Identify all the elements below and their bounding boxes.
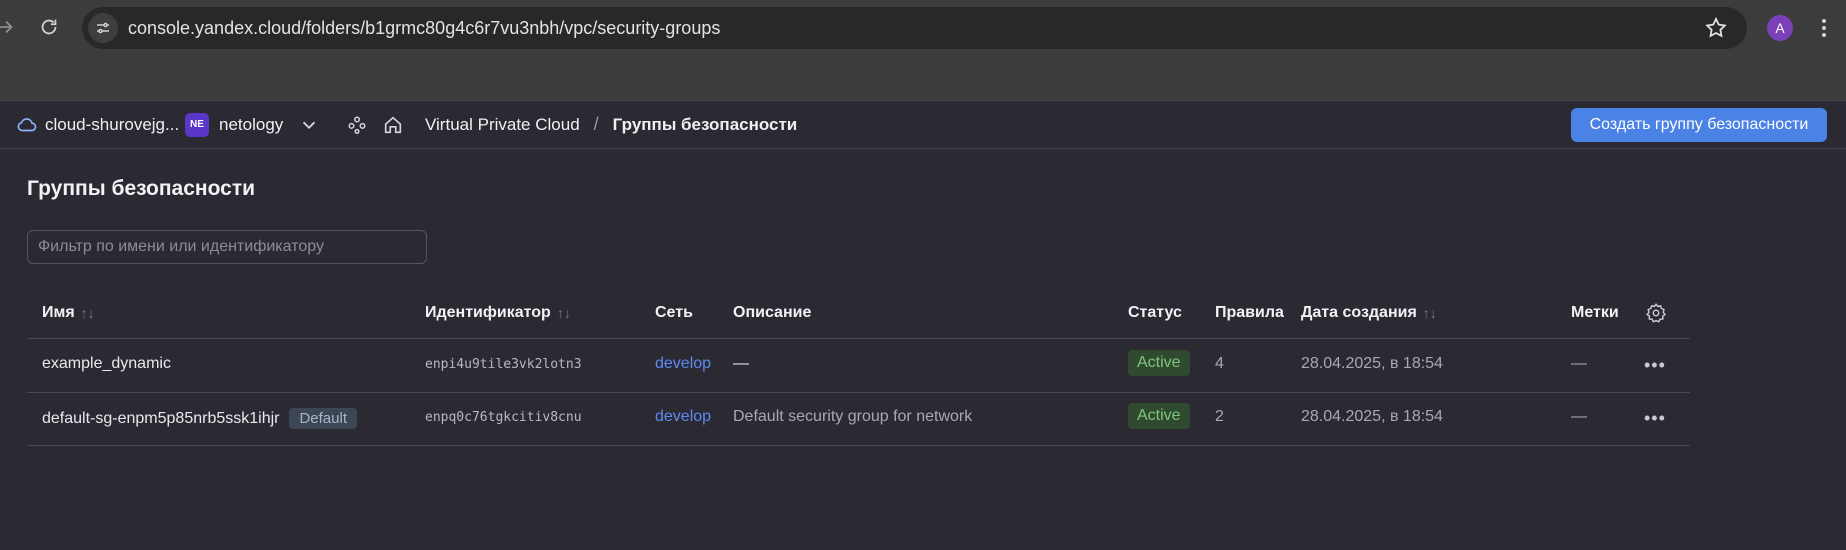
browser-tabstrip (0, 57, 1846, 100)
chevron-down-icon (298, 114, 320, 136)
app-header: cloud-shurovejg... NE netology Virtual P… (0, 100, 1846, 149)
profile-avatar[interactable]: A (1767, 15, 1793, 41)
row-name-cell: default-sg-enpm5p85nrb5ssk1ihjr Default (42, 408, 357, 429)
row-id: enpi4u9tile3vk2lotn3 (425, 357, 582, 372)
row-network-link[interactable]: develop (655, 355, 711, 373)
row-name[interactable]: example_dynamic (42, 355, 171, 373)
cloud-name: cloud-shurovejg... (45, 114, 180, 134)
page-title: Группы безопасности (27, 177, 256, 200)
row-more-icon[interactable]: ••• (1644, 355, 1666, 376)
cloud-selector[interactable]: cloud-shurovejg... (16, 101, 179, 148)
row-name[interactable]: default-sg-enpm5p85nrb5ssk1ihjr (42, 410, 279, 427)
org-badge: NE (185, 112, 209, 137)
row-id: enpq0c76tgkcitiv8cnu (425, 410, 582, 425)
services-icon (346, 114, 368, 136)
column-network: Сеть (655, 304, 693, 321)
row-labels: — (1571, 408, 1587, 425)
row-more-icon[interactable]: ••• (1644, 408, 1666, 429)
services-button[interactable] (346, 101, 368, 148)
sort-icon[interactable]: ↑↓ (557, 305, 571, 321)
column-status: Статус (1128, 304, 1182, 321)
default-badge: Default (289, 408, 357, 429)
reload-icon[interactable] (38, 16, 60, 38)
cloud-icon (16, 114, 38, 136)
browser-menu-icon[interactable] (1812, 16, 1836, 40)
sort-icon[interactable]: ↑↓ (1423, 305, 1437, 321)
create-security-group-button[interactable]: Создать группу безопасности (1571, 108, 1827, 142)
table-settings-gear-icon[interactable] (1645, 302, 1667, 324)
column-created[interactable]: Дата создания ↑↓ (1301, 304, 1437, 322)
breadcrumb-service-link[interactable]: Virtual Private Cloud (425, 115, 580, 135)
org-dropdown-button[interactable] (298, 101, 320, 148)
column-name[interactable]: Имя ↑↓ (42, 304, 95, 322)
column-id[interactable]: Идентификатор ↑↓ (425, 304, 571, 322)
table-header: Имя ↑↓ Идентификатор ↑↓ Сеть Описание Ст… (27, 292, 1690, 339)
org-selector[interactable]: NE netology (185, 101, 283, 148)
row-labels: — (1571, 355, 1587, 372)
breadcrumb-separator: / (593, 114, 599, 134)
row-created: 28.04.2025, в 18:54 (1301, 355, 1443, 372)
site-info-icon[interactable] (88, 13, 118, 43)
row-rules: 4 (1215, 355, 1224, 372)
row-rules: 2 (1215, 408, 1224, 425)
forward-icon[interactable] (0, 16, 16, 38)
column-id-label: Идентификатор (425, 304, 551, 321)
column-rules: Правила (1215, 304, 1284, 321)
status-badge: Active (1128, 403, 1190, 429)
address-bar[interactable]: console.yandex.cloud/folders/b1grmc80g4c… (82, 7, 1747, 49)
home-button[interactable] (382, 101, 404, 148)
row-description: Default security group for network (733, 408, 973, 425)
org-name: netology (219, 114, 284, 134)
column-labels: Метки (1571, 304, 1619, 321)
url-text[interactable]: console.yandex.cloud/folders/b1grmc80g4c… (128, 18, 720, 39)
row-created: 28.04.2025, в 18:54 (1301, 408, 1443, 425)
table-row[interactable]: default-sg-enpm5p85nrb5ssk1ihjr Default e… (27, 392, 1690, 446)
column-name-label: Имя (42, 304, 75, 321)
sort-icon[interactable]: ↑↓ (81, 305, 95, 321)
breadcrumb: Virtual Private Cloud / Группы безопасно… (425, 101, 797, 148)
browser-toolbar: console.yandex.cloud/folders/b1grmc80g4c… (0, 0, 1846, 57)
filter-input[interactable] (27, 230, 427, 264)
row-network-link[interactable]: develop (655, 408, 711, 426)
column-description: Описание (733, 304, 812, 321)
table-row[interactable]: example_dynamic enpi4u9tile3vk2lotn3 dev… (27, 339, 1690, 393)
status-badge: Active (1128, 350, 1190, 376)
column-created-label: Дата создания (1301, 304, 1417, 321)
row-description: — (733, 355, 749, 372)
home-icon (382, 114, 404, 136)
bookmark-star-icon[interactable] (1704, 16, 1728, 40)
breadcrumb-current: Группы безопасности (612, 114, 798, 134)
